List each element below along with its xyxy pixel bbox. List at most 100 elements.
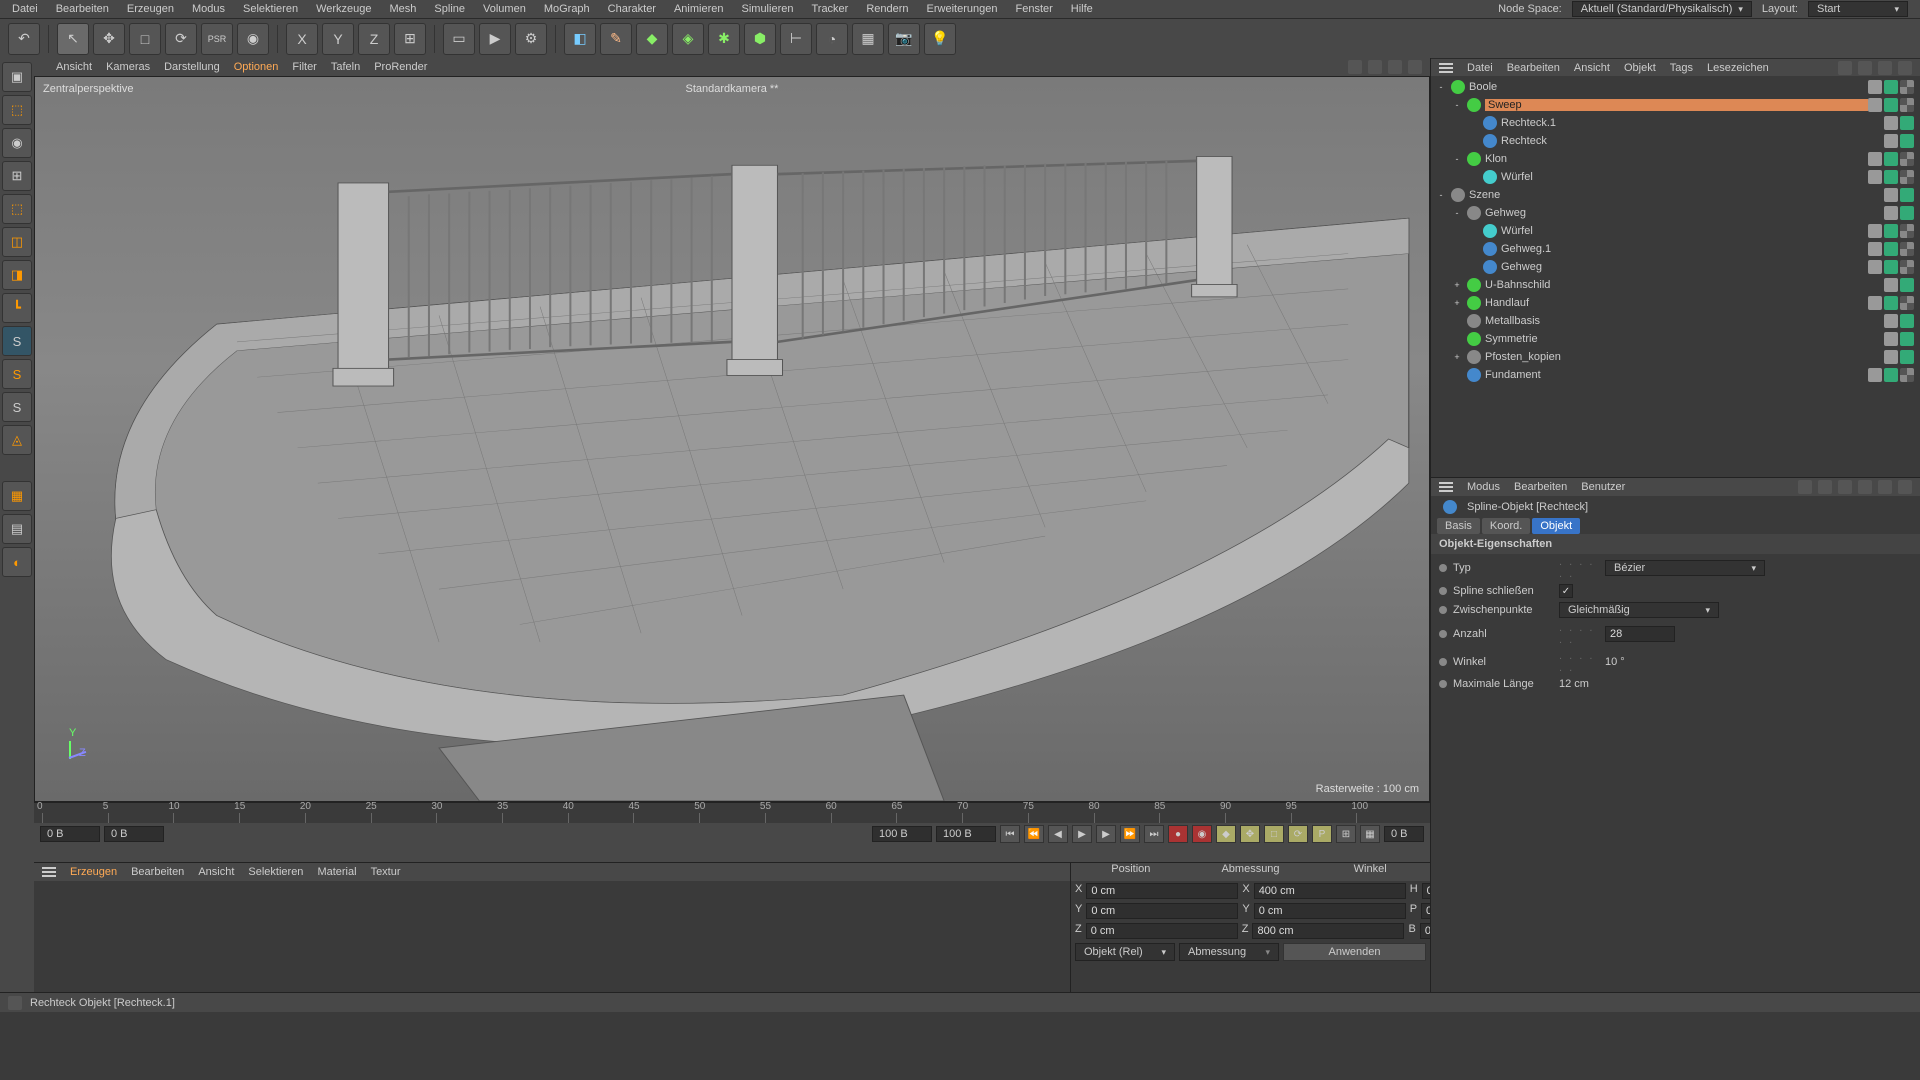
- expand-toggle[interactable]: +: [1451, 298, 1463, 308]
- hamburger-icon[interactable]: [1439, 482, 1453, 492]
- make-editable-icon[interactable]: ▣: [2, 62, 32, 92]
- spline-close-checkbox[interactable]: [1559, 584, 1573, 598]
- timeline-end-field[interactable]: 100 B: [872, 826, 932, 842]
- om-menu-item[interactable]: Datei: [1467, 62, 1493, 74]
- object-tag-x[interactable]: [1884, 350, 1898, 364]
- workplane-icon[interactable]: ⊞: [2, 161, 32, 191]
- tree-row[interactable]: Gehweg.1: [1431, 240, 1920, 258]
- tree-row[interactable]: -Sweep: [1431, 96, 1920, 114]
- object-label[interactable]: Rechteck: [1501, 135, 1884, 147]
- snap-s-icon[interactable]: S: [2, 326, 32, 356]
- object-label[interactable]: Gehweg.1: [1501, 243, 1868, 255]
- autokey-icon[interactable]: ◉: [1192, 825, 1212, 843]
- vp-nav-rotate-icon[interactable]: [1388, 60, 1402, 74]
- vp-menu-item[interactable]: Optionen: [234, 61, 279, 73]
- vp-menu-item[interactable]: ProRender: [374, 61, 427, 73]
- tree-row[interactable]: Rechteck: [1431, 132, 1920, 150]
- pos-field[interactable]: [1086, 903, 1238, 919]
- object-tag-mat[interactable]: [1900, 296, 1914, 310]
- menu-item[interactable]: Spline: [434, 3, 465, 15]
- tree-row[interactable]: Fundament: [1431, 366, 1920, 384]
- object-tag-x[interactable]: [1868, 260, 1882, 274]
- pos-field[interactable]: [1086, 883, 1238, 899]
- pos-field[interactable]: [1086, 923, 1238, 939]
- search-icon[interactable]: [1838, 61, 1852, 75]
- object-tag-check[interactable]: [1900, 188, 1914, 202]
- menu-item[interactable]: Hilfe: [1071, 3, 1093, 15]
- object-tag-mat[interactable]: [1900, 98, 1914, 112]
- timeline-end2-field[interactable]: 100 B: [936, 826, 996, 842]
- expand-toggle[interactable]: +: [1451, 280, 1463, 290]
- scale-tool-icon[interactable]: □: [129, 23, 161, 55]
- om-menu-item[interactable]: Tags: [1670, 62, 1693, 74]
- world-axis-icon[interactable]: ⊞: [394, 23, 426, 55]
- next-frame-icon[interactable]: ▶: [1096, 825, 1116, 843]
- move-tool-icon[interactable]: ✥: [93, 23, 125, 55]
- vp-menu-item[interactable]: Tafeln: [331, 61, 360, 73]
- render-pv-icon[interactable]: ▶: [479, 23, 511, 55]
- camera2-icon[interactable]: 📷: [888, 23, 920, 55]
- light-icon[interactable]: 💡: [924, 23, 956, 55]
- object-tag-x[interactable]: [1884, 206, 1898, 220]
- next-key-icon[interactable]: ⏩: [1120, 825, 1140, 843]
- object-label[interactable]: Boole: [1469, 81, 1868, 93]
- expand-toggle[interactable]: -: [1435, 82, 1447, 92]
- tab-koord[interactable]: Koord.: [1482, 518, 1530, 534]
- object-tag-x[interactable]: [1868, 296, 1882, 310]
- coord-dim-dropdown[interactable]: Abmessung: [1179, 943, 1279, 961]
- object-tag-mat[interactable]: [1900, 80, 1914, 94]
- mat-menu-item[interactable]: Bearbeiten: [131, 866, 184, 878]
- hamburger-icon[interactable]: [1439, 63, 1453, 73]
- up-icon[interactable]: [1818, 480, 1832, 494]
- typ-dropdown[interactable]: Bézier: [1605, 560, 1765, 576]
- keyframe-sel-icon[interactable]: ◆: [1216, 825, 1236, 843]
- tree-row[interactable]: Gehweg: [1431, 258, 1920, 276]
- object-tag-check[interactable]: [1884, 368, 1898, 382]
- object-tag-mat[interactable]: [1900, 152, 1914, 166]
- menu-item[interactable]: Fenster: [1015, 3, 1052, 15]
- tree-row[interactable]: - Boole: [1431, 78, 1920, 96]
- tree-row[interactable]: + Handlauf: [1431, 294, 1920, 312]
- key-extra2-icon[interactable]: ▦: [1360, 825, 1380, 843]
- expand-toggle[interactable]: -: [1435, 190, 1447, 200]
- texture-mode-icon[interactable]: ◉: [2, 128, 32, 158]
- timeline-start-field[interactable]: 0 B: [40, 826, 100, 842]
- object-tag-check[interactable]: [1884, 296, 1898, 310]
- environment-icon[interactable]: ✱: [708, 23, 740, 55]
- menu-item[interactable]: MoGraph: [544, 3, 590, 15]
- menu-item[interactable]: Datei: [12, 3, 38, 15]
- object-label[interactable]: Pfosten_kopien: [1485, 351, 1884, 363]
- object-label[interactable]: Fundament: [1485, 369, 1868, 381]
- timeline-ruler[interactable]: 0510152025303540455055606570758085909510…: [34, 803, 1430, 823]
- object-label[interactable]: Szene: [1469, 189, 1884, 201]
- tree-row[interactable]: Rechteck.1: [1431, 114, 1920, 132]
- object-label[interactable]: Handlauf: [1485, 297, 1868, 309]
- object-tag-mat[interactable]: [1900, 224, 1914, 238]
- back-icon[interactable]: [1798, 480, 1812, 494]
- timeline-current-field[interactable]: 0 B: [104, 826, 164, 842]
- select-tool-icon[interactable]: ↖: [57, 23, 89, 55]
- om-menu-item[interactable]: Bearbeiten: [1507, 62, 1560, 74]
- menu-item[interactable]: Erzeugen: [127, 3, 174, 15]
- object-label[interactable]: Rechteck.1: [1501, 117, 1884, 129]
- attr-menu-item[interactable]: Modus: [1467, 481, 1500, 493]
- object-tag-check[interactable]: [1884, 80, 1898, 94]
- object-tag-check[interactable]: [1900, 332, 1914, 346]
- viewport-layer-icon[interactable]: ▤: [2, 514, 32, 544]
- model-mode-icon[interactable]: ⬚: [2, 95, 32, 125]
- menu-item[interactable]: Modus: [192, 3, 225, 15]
- menu-item[interactable]: Charakter: [608, 3, 656, 15]
- object-label[interactable]: Metallbasis: [1485, 315, 1884, 327]
- object-tag-x[interactable]: [1884, 278, 1898, 292]
- object-tag-x[interactable]: [1884, 134, 1898, 148]
- attr-menu-item[interactable]: Benutzer: [1581, 481, 1625, 493]
- object-tag-x[interactable]: [1884, 116, 1898, 130]
- tree-row[interactable]: Symmetrie: [1431, 330, 1920, 348]
- prev-frame-icon[interactable]: ◀: [1048, 825, 1068, 843]
- menu-item[interactable]: Rendern: [866, 3, 908, 15]
- edge-mode-icon[interactable]: ◫: [2, 227, 32, 257]
- key-extra-icon[interactable]: ⊞: [1336, 825, 1356, 843]
- layout-dropdown[interactable]: Start: [1808, 1, 1908, 17]
- key-rot-icon[interactable]: ⟳: [1288, 825, 1308, 843]
- menu-item[interactable]: Selektieren: [243, 3, 298, 15]
